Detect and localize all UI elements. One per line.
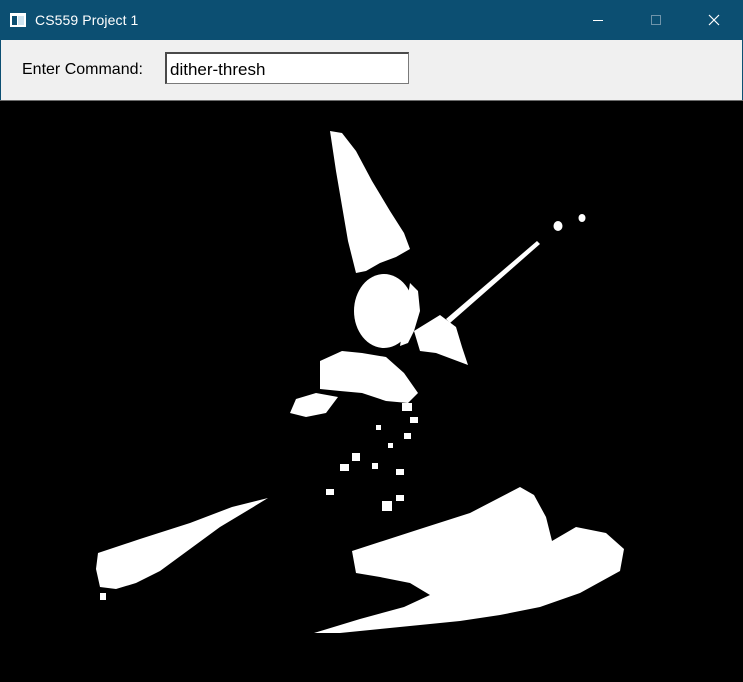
window-title: CS559 Project 1 [35, 12, 139, 28]
maximize-button[interactable] [627, 0, 685, 40]
command-toolbar: Enter Command: [0, 40, 743, 100]
caption-buttons [569, 0, 743, 40]
command-input[interactable] [165, 52, 409, 84]
title-bar[interactable]: CS559 Project 1 [0, 0, 743, 40]
dithered-image [96, 131, 624, 633]
minimize-button[interactable] [569, 0, 627, 40]
app-window: CS559 Project 1 Enter Command: [0, 0, 743, 682]
command-label: Enter Command: [22, 61, 143, 78]
minimize-icon [593, 20, 603, 21]
close-button[interactable] [685, 0, 743, 40]
app-window-icon [10, 12, 26, 28]
close-icon [708, 14, 720, 26]
image-canvas [0, 100, 743, 682]
maximize-icon [651, 15, 661, 25]
